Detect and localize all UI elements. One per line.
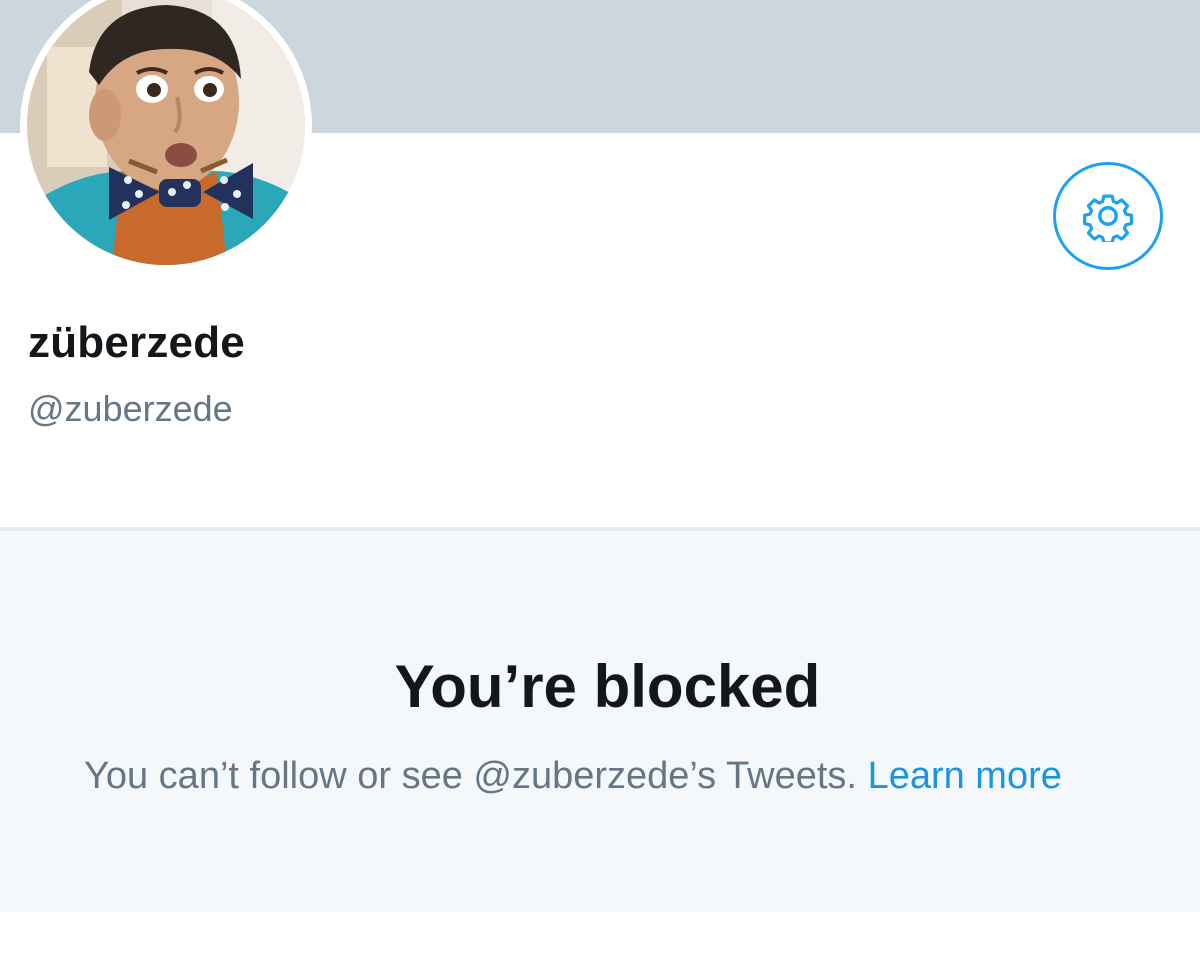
profile-page: züberzede @zuberzede You’re blocked You …: [0, 0, 1200, 966]
profile-handle: @zuberzede: [28, 388, 233, 429]
blocked-message-line: You can’t follow or see @zuberzede’s Twe…: [84, 755, 1062, 798]
settings-button[interactable]: [1053, 162, 1163, 270]
display-name: züberzede: [28, 318, 245, 367]
gear-icon: [1082, 194, 1134, 242]
blocked-message: You can’t follow or see @zuberzede’s Twe…: [84, 755, 857, 797]
avatar[interactable]: [20, 0, 312, 272]
learn-more-link[interactable]: Learn more: [868, 755, 1062, 797]
blocked-title: You’re blocked: [394, 653, 821, 720]
blocked-panel: You’re blocked You can’t follow or see @…: [0, 531, 1200, 912]
avatar-photo: [27, 0, 305, 265]
